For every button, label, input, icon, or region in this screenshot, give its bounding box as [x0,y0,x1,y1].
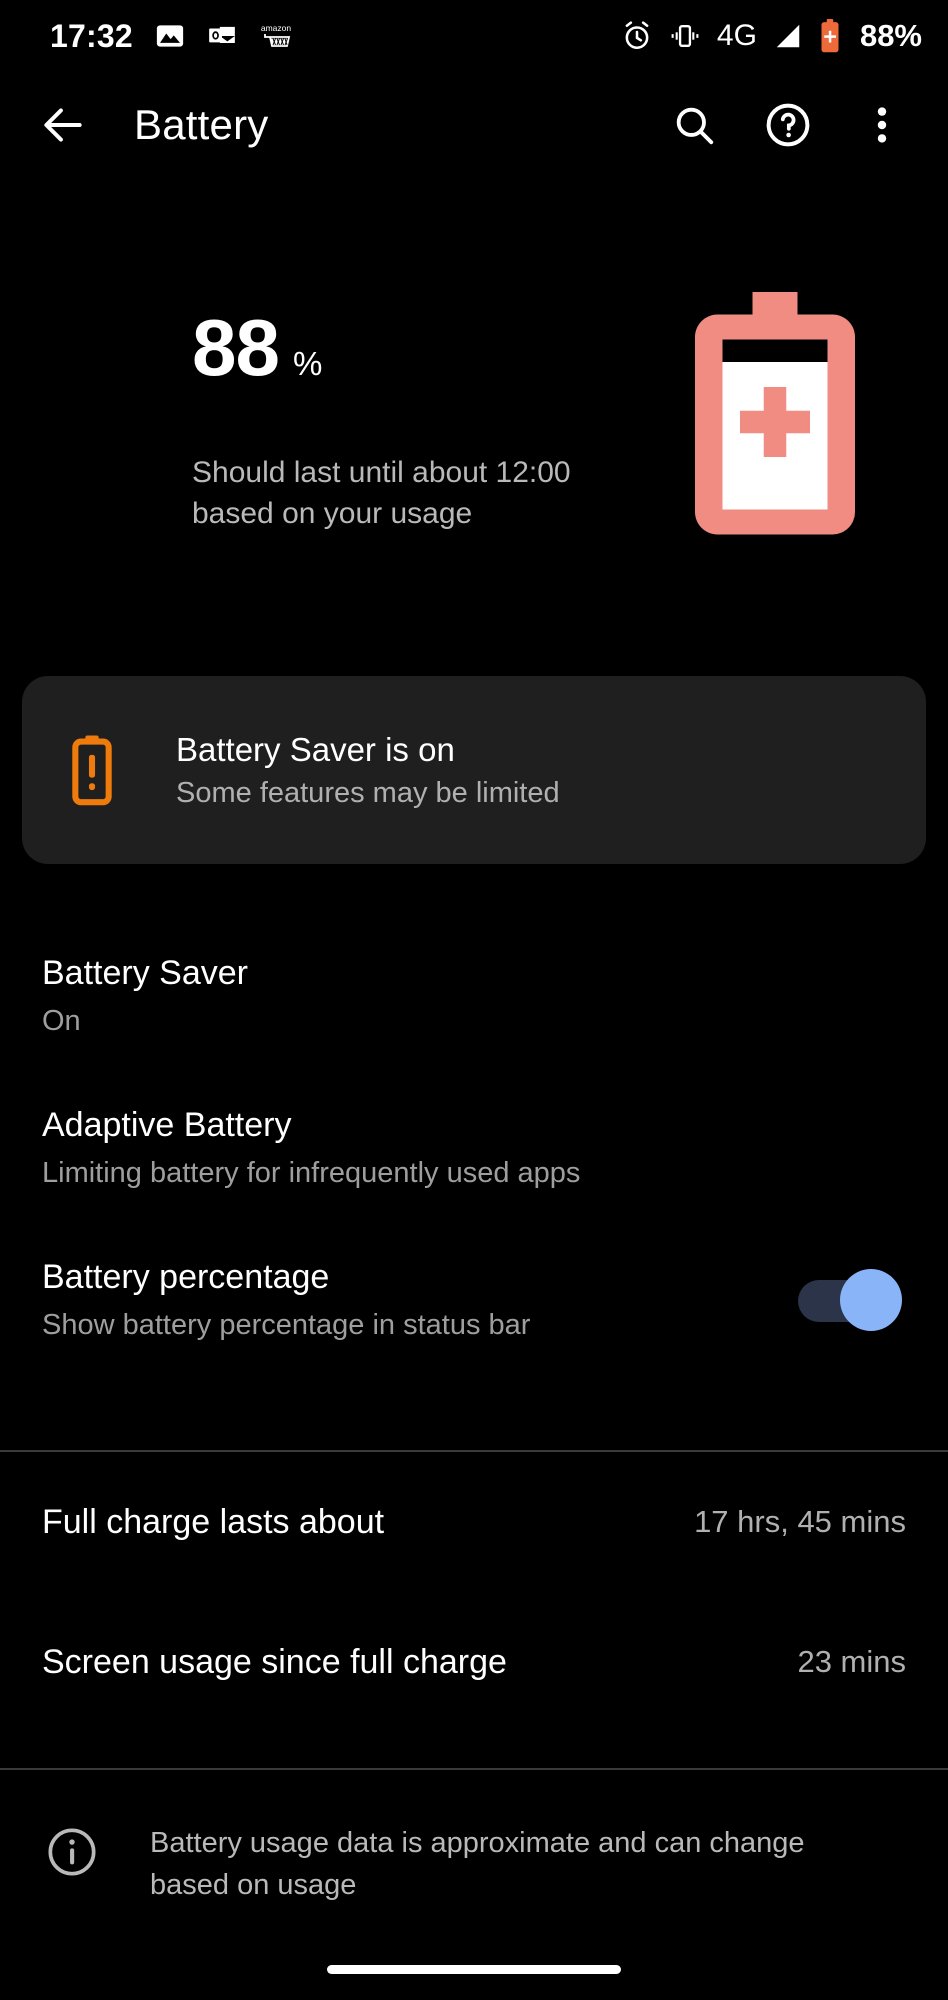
battery-estimate-text: Should last until about 12:00 based on y… [192,456,571,530]
battery-usage-footnote: Battery usage data is approximate and ca… [0,1768,948,1906]
stat-screen-usage[interactable]: Screen usage since full charge 23 mins [0,1592,948,1732]
preference-title: Battery percentage [42,1257,330,1296]
action-bar: Battery [0,80,948,170]
preference-texts: Adaptive Battery Limiting battery for in… [42,1105,906,1191]
preference-battery-saver[interactable]: Battery Saver On [0,920,948,1072]
signal-icon [773,22,803,50]
preference-subtitle: On [42,1004,81,1037]
preference-title: Adaptive Battery [42,1105,292,1144]
preference-subtitle: Show battery percentage in status bar [42,1308,531,1341]
preference-title: Battery Saver [42,953,248,992]
search-button[interactable] [658,89,730,161]
alarm-icon [621,20,653,52]
more-options-button[interactable] [846,89,918,161]
stat-value: 23 mins [797,1644,906,1679]
info-circle-icon [42,1822,102,1878]
status-clock: 17:32 [50,17,133,54]
svg-text:amazon: amazon [261,23,292,33]
arrow-back-icon [44,108,82,142]
battery-level-number: 88 [192,303,280,392]
help-circle-icon [766,103,810,147]
page-title: Battery [134,101,269,148]
banner-text-block: Battery Saver is on Some features may be… [176,729,560,812]
stat-full-charge-lasts[interactable]: Full charge lasts about 17 hrs, 45 mins [0,1452,948,1592]
photos-icon [155,21,185,51]
preferences-list: Battery Saver On Adaptive Battery Limiti… [0,920,948,1376]
stat-label: Full charge lasts about [42,1502,385,1541]
action-bar-actions [658,89,948,161]
preference-texts: Battery Saver On [42,953,906,1039]
toggle-thumb [840,1269,902,1331]
preference-adaptive-battery[interactable]: Adaptive Battery Limiting battery for in… [0,1072,948,1224]
preference-subtitle: Limiting battery for infrequently used a… [42,1156,581,1189]
banner-title: Battery Saver is on [176,730,455,768]
amazon-icon: amazon [259,21,293,51]
battery-level-header: 88 % Should last until about 12:00 based… [0,292,948,590]
status-battery-percent: 88% [859,18,922,53]
battery-plus-icon [690,292,860,547]
percent-symbol: % [292,345,323,382]
home-gesture-pill[interactable] [327,1965,621,1974]
more-vert-icon [877,107,887,143]
status-bar-right: 4G 88% [621,18,922,54]
battery-stats-list: Full charge lasts about 17 hrs, 45 mins … [0,1452,948,1732]
vibrate-icon [669,21,701,51]
battery-level-display: 88 % [192,308,322,388]
stat-label: Screen usage since full charge [42,1642,507,1681]
status-bar-left: 17:32 amazon [50,18,293,55]
preference-battery-percentage[interactable]: Battery percentage Show battery percenta… [0,1224,948,1376]
network-type-label: 4G [716,19,757,52]
battery-saver-banner[interactable]: Battery Saver is on Some features may be… [22,676,926,864]
help-button[interactable] [752,89,824,161]
banner-subtitle: Some features may be limited [176,777,560,809]
battery-settings-screen: 17:32 amazon 4G 88% Battery 88 % Should … [0,0,948,2000]
battery-alert-icon [40,734,144,806]
footnote-text: Battery usage data is approximate and ca… [150,1827,805,1901]
preference-texts: Battery percentage Show battery percenta… [42,1257,798,1343]
status-bar: 17:32 amazon 4G 88% [0,0,948,72]
back-button[interactable] [18,100,108,150]
stat-value: 17 hrs, 45 mins [694,1504,906,1539]
outlook-icon [207,21,237,51]
search-icon [676,107,714,145]
battery-saver-icon [819,19,841,53]
battery-percentage-toggle[interactable] [798,1269,902,1331]
